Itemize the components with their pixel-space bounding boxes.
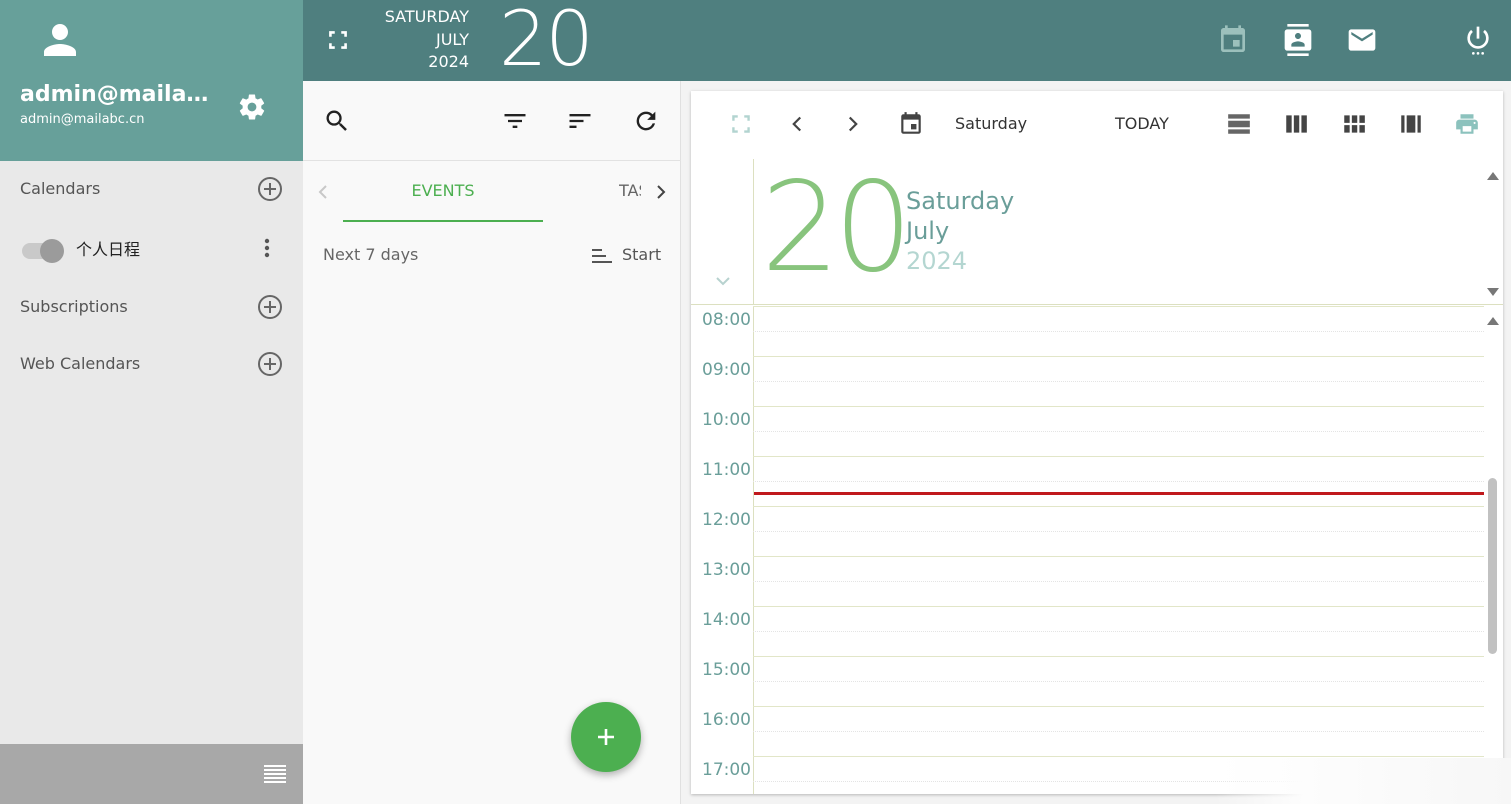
calendar-item-label: 个人日程 (76, 240, 141, 259)
more-vert-icon[interactable] (257, 235, 277, 261)
calendar-toggle[interactable] (20, 238, 66, 263)
hour-label: 10:00 (702, 410, 751, 430)
user-avatar-icon (44, 24, 76, 56)
header-day-number: 20 (499, 0, 594, 83)
plus-icon (598, 729, 614, 745)
day-header-month: July (906, 217, 950, 245)
calendar-day-view: Saturday TODAY 20 Saturday July 2024 08:… (691, 91, 1503, 794)
hour-label: 09:00 (702, 360, 751, 380)
app-header: SATURDAY JULY 2024 20 (303, 0, 1511, 83)
scroll-down-icon[interactable] (1486, 287, 1500, 297)
hour-row: 16:00 (691, 706, 1484, 756)
toolbar-day-label: Saturday (955, 114, 1028, 133)
chevron-right-icon[interactable] (840, 111, 866, 137)
hour-label: 14:00 (702, 610, 751, 630)
range-label: Next 7 days (323, 245, 419, 264)
hour-label: 15:00 (702, 660, 751, 680)
hour-row: 08:00 (691, 306, 1484, 356)
fullscreen-icon[interactable] (325, 27, 351, 53)
multi-column-view-icon[interactable] (1398, 111, 1424, 137)
tab-events[interactable]: EVENTS (343, 162, 543, 222)
search-icon[interactable] (323, 107, 351, 135)
hour-label: 08:00 (702, 310, 751, 330)
hour-label: 13:00 (702, 560, 751, 580)
hour-row: 12:00 (691, 506, 1484, 556)
refresh-icon[interactable] (632, 107, 660, 135)
header-month: JULY (436, 29, 469, 49)
web-calendars-section: Web Calendars (0, 344, 303, 384)
scroll-up-icon[interactable] (1486, 171, 1500, 181)
hour-row: 14:00 (691, 606, 1484, 656)
week-view-icon[interactable] (1283, 111, 1309, 137)
sidebar: admin@mailab... admin@mailabc.cn Calenda… (0, 0, 303, 804)
filter-icon[interactable] (501, 107, 529, 135)
subscriptions-label: Subscriptions (20, 297, 128, 316)
hour-label: 17:00 (702, 760, 751, 780)
month-view-icon[interactable] (1341, 111, 1367, 137)
calendars-section: Calendars (0, 169, 303, 209)
calendar-item[interactable]: 个人日程 (0, 226, 303, 266)
today-button[interactable]: TODAY (1115, 114, 1169, 133)
day-header-weekday: Saturday (906, 187, 1015, 215)
fullscreen-icon[interactable] (728, 111, 754, 137)
tab-tasks[interactable]: TASKS (619, 162, 641, 222)
sort-icon[interactable] (566, 107, 594, 135)
calendar-picker-icon[interactable] (898, 111, 924, 137)
user-profile: admin@mailab... admin@mailabc.cn (0, 0, 303, 161)
time-grid[interactable]: 08:00 09:00 10:00 11:00 12:00 13:00 14:0… (691, 306, 1503, 794)
calendars-label: Calendars (20, 179, 101, 198)
list-toolbar (303, 81, 681, 161)
hour-label: 16:00 (702, 710, 751, 730)
mail-icon[interactable] (1346, 24, 1378, 56)
header-date: SATURDAY JULY 2024 (363, 6, 469, 74)
hour-row: 09:00 (691, 356, 1484, 406)
web-calendars-label: Web Calendars (20, 354, 141, 373)
day-view-icon[interactable] (1226, 111, 1252, 137)
add-web-calendar-icon[interactable] (257, 351, 283, 377)
user-email: admin@mailabc.cn (20, 112, 145, 127)
add-event-button[interactable] (571, 702, 641, 772)
header-year: 2024 (428, 52, 469, 71)
subscriptions-section: Subscriptions (0, 287, 303, 327)
calendar-toolbar: Saturday TODAY (691, 91, 1503, 159)
scrollbar-thumb[interactable] (1488, 478, 1497, 654)
chevron-left-icon[interactable] (315, 182, 331, 202)
sidebar-footer (0, 744, 303, 804)
sort-label: Start (622, 245, 662, 264)
power-icon[interactable] (1462, 24, 1494, 56)
add-calendar-icon[interactable] (257, 176, 283, 202)
sort-lines-icon (592, 249, 612, 263)
add-subscription-icon[interactable] (257, 294, 283, 320)
scroll-up-icon[interactable] (1486, 316, 1500, 326)
chevron-left-icon[interactable] (784, 111, 810, 137)
hour-label: 12:00 (702, 510, 751, 530)
hour-row: 10:00 (691, 406, 1484, 456)
day-header-number: 20 (761, 156, 913, 300)
print-icon[interactable] (1454, 111, 1480, 137)
header-weekday: SATURDAY (384, 7, 469, 26)
gear-icon[interactable] (237, 92, 267, 122)
hour-label: 11:00 (702, 460, 751, 480)
chevron-down-icon[interactable] (713, 271, 733, 291)
hour-row: 11:00 (691, 456, 1484, 506)
menu-lines-icon[interactable] (261, 762, 289, 786)
calendar-icon[interactable] (1217, 24, 1249, 56)
chevron-right-icon[interactable] (653, 182, 669, 202)
hour-row: 13:00 (691, 556, 1484, 606)
list-tabs: EVENTS TASKS (303, 162, 681, 222)
contacts-icon[interactable] (1282, 24, 1314, 56)
bottom-fade (1215, 758, 1511, 804)
events-panel: EVENTS TASKS Next 7 days Start (303, 81, 681, 804)
day-header-year: 2024 (906, 247, 968, 275)
day-header: 20 Saturday July 2024 (691, 159, 1503, 305)
current-time-line (754, 492, 1484, 495)
hour-row: 15:00 (691, 656, 1484, 706)
user-name: admin@mailab... (20, 82, 220, 107)
